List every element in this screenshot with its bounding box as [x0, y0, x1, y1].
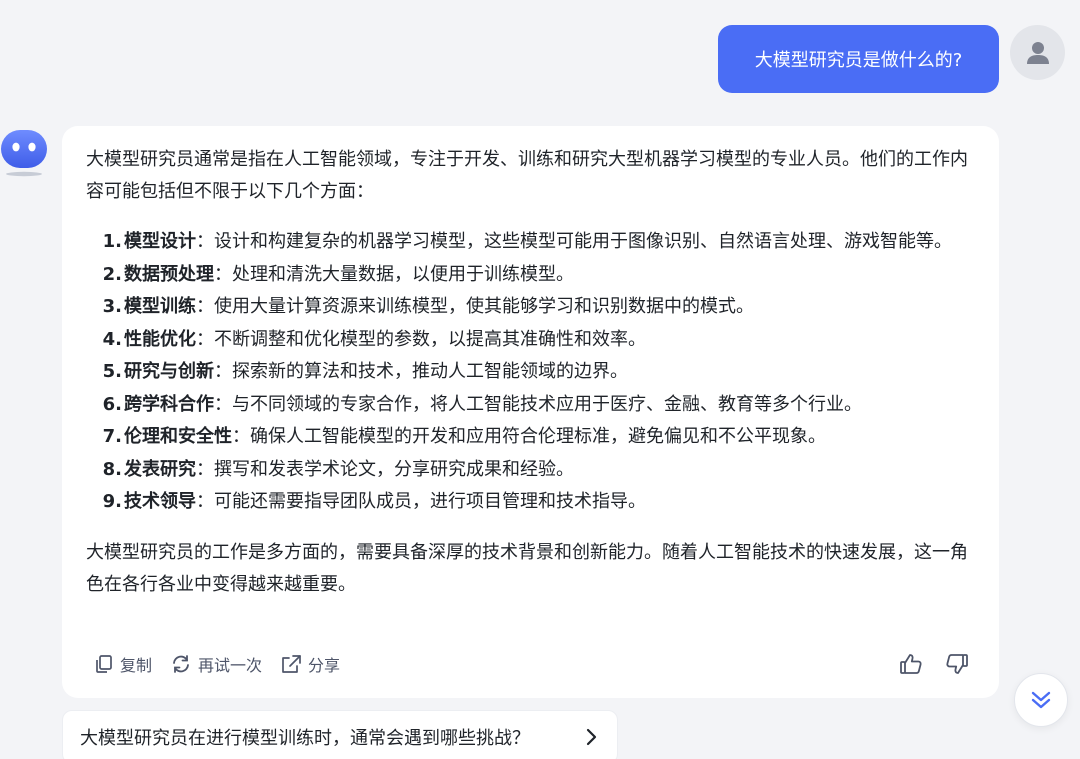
list-item-number: 5. [102, 361, 122, 382]
copy-label: 复制 [120, 656, 153, 675]
user-avatar[interactable] [1010, 25, 1065, 80]
list-item-desc: ：可能还需要指导团队成员，进行项目管理和技术指导。 [196, 491, 646, 512]
answer-list-item: 2. 数据预处理：处理和清洗大量数据，以便用于训练模型。 [86, 259, 976, 292]
list-item-text: 跨学科合作：与不同领域的专家合作，将人工智能技术应用于医疗、金融、教育等多个行业… [124, 389, 976, 422]
list-item-number: 9. [102, 491, 122, 512]
list-item-term: 研究与创新 [124, 361, 214, 382]
copy-button[interactable]: 复制 [94, 652, 152, 676]
answer-list-item: 1. 模型设计：设计和构建复杂的机器学习模型，这些模型可能用于图像识别、自然语言处… [86, 226, 976, 259]
copy-icon [96, 655, 112, 673]
retry-label: 再试一次 [198, 656, 263, 675]
user-icon [1026, 41, 1049, 64]
share-label: 分享 [308, 656, 341, 675]
answer-conclusion: 大模型研究员的工作是多方面的，需要具备深厚的技术背景和创新能力。随着人工智能技术… [86, 541, 968, 595]
list-item-term: 发表研究 [124, 458, 196, 480]
suggested-question-text: 大模型研究员在进行模型训练时，通常会遇到哪些挑战？ [80, 728, 530, 749]
answer-list-item: 7. 伦理和安全性：确保人工智能模型的开发和应用符合伦理标准，避免偏见和不公平现象… [86, 421, 976, 454]
user-message-bubble: 大模型研究员是做什么的? [718, 25, 999, 93]
list-item-text: 研究与创新：探索新的算法和技术，推动人工智能领域的边界。 [124, 356, 976, 389]
answer-body: 大模型研究员通常是指在人工智能领域，专注于开发、训练和研究大型机器学习模型的专业… [86, 144, 976, 601]
list-item-text: 技术领导：可能还需要指导团队成员，进行项目管理和技术指导。 [124, 486, 976, 519]
list-item-number: 7. [102, 426, 122, 447]
assistant-avatar [0, 128, 48, 178]
list-item-term: 跨学科合作 [124, 393, 214, 415]
double-chevron-down-icon [1031, 691, 1051, 709]
answer-list: 1. 模型设计：设计和构建复杂的机器学习模型，这些模型可能用于图像识别、自然语言处… [86, 226, 976, 519]
answer-list-item: 9. 技术领导：可能还需要指导团队成员，进行项目管理和技术指导。 [86, 486, 976, 519]
thumbs-up-icon[interactable] [899, 652, 923, 676]
retry-button[interactable]: 再试一次 [170, 652, 262, 676]
list-item-text: 性能优化：不断调整和优化模型的参数，以提高其准确性和效率。 [124, 324, 976, 357]
answer-intro: 大模型研究员通常是指在人工智能领域，专注于开发、训练和研究大型机器学习模型的专业… [86, 149, 968, 202]
list-item-number: 1. [102, 231, 122, 252]
assistant-answer-card: 大模型研究员通常是指在人工智能领域，专注于开发、训练和研究大型机器学习模型的专业… [62, 126, 999, 698]
user-message-text: 大模型研究员是做什么的? [754, 50, 963, 71]
share-icon [282, 655, 301, 673]
list-item-desc: ：不断调整和优化模型的参数，以提高其准确性和效率。 [196, 328, 646, 350]
scroll-to-bottom-button[interactable] [1014, 673, 1068, 727]
list-item-desc: ：确保人工智能模型的开发和应用符合伦理标准，避免偏见和不公平现象。 [232, 426, 826, 447]
list-item-term: 数据预处理 [124, 263, 214, 285]
thumbs-down-icon[interactable] [945, 652, 969, 676]
list-item-term: 模型设计 [124, 231, 196, 252]
robot-icon [1, 130, 47, 177]
list-item-term: 伦理和安全性 [124, 426, 232, 447]
list-item-term: 模型训练 [124, 296, 196, 317]
list-item-term: 技术领导 [124, 491, 196, 512]
list-item-number: 6. [102, 393, 122, 415]
share-button[interactable]: 分享 [280, 652, 340, 676]
chevron-right-icon [586, 728, 597, 746]
list-item-text: 数据预处理：处理和清洗大量数据，以便用于训练模型。 [124, 259, 976, 292]
list-item-desc: ：处理和清洗大量数据，以便用于训练模型。 [214, 263, 574, 285]
list-item-desc: ：探索新的算法和技术，推动人工智能领域的边界。 [214, 361, 628, 382]
list-item-term: 性能优化 [124, 328, 196, 350]
list-item-number: 8. [102, 458, 122, 480]
answer-list-item: 8. 发表研究：撰写和发表学术论文，分享研究成果和经验。 [86, 454, 976, 487]
answer-list-item: 3. 模型训练：使用大量计算资源来训练模型，使其能够学习和识别数据中的模式。 [86, 291, 976, 324]
refresh-icon [173, 655, 189, 673]
chat-page: 大模型研究员是做什么的? 大模型研究员通常是指在人工智能领域，专注于开发、训练和… [0, 0, 1080, 759]
list-item-desc: ：与不同领域的专家合作，将人工智能技术应用于医疗、金融、教育等多个行业。 [214, 393, 862, 415]
feedback-group [899, 652, 969, 676]
list-item-desc: ：使用大量计算资源来训练模型，使其能够学习和识别数据中的模式。 [196, 296, 754, 317]
list-item-number: 3. [102, 296, 122, 317]
answer-list-item: 6. 跨学科合作：与不同领域的专家合作，将人工智能技术应用于医疗、金融、教育等多个… [86, 389, 976, 422]
list-item-number: 2. [102, 263, 122, 285]
list-item-desc: ：设计和构建复杂的机器学习模型，这些模型可能用于图像识别、自然语言处理、游戏智能… [196, 231, 952, 252]
list-item-text: 模型训练：使用大量计算资源来训练模型，使其能够学习和识别数据中的模式。 [124, 291, 976, 324]
suggested-question[interactable]: 大模型研究员在进行模型训练时，通常会遇到哪些挑战？ [62, 710, 618, 759]
list-item-text: 发表研究：撰写和发表学术论文，分享研究成果和经验。 [124, 454, 976, 487]
list-item-number: 4. [102, 328, 122, 350]
answer-list-item: 5. 研究与创新：探索新的算法和技术，推动人工智能领域的边界。 [86, 356, 976, 389]
list-item-text: 伦理和安全性：确保人工智能模型的开发和应用符合伦理标准，避免偏见和不公平现象。 [124, 421, 976, 454]
list-item-desc: ：撰写和发表学术论文，分享研究成果和经验。 [196, 458, 574, 480]
answer-list-item: 4. 性能优化：不断调整和优化模型的参数，以提高其准确性和效率。 [86, 324, 976, 357]
list-item-text: 模型设计：设计和构建复杂的机器学习模型，这些模型可能用于图像识别、自然语言处理、… [124, 226, 976, 259]
answer-actions: 复制 再试一次 分享 [94, 652, 340, 676]
